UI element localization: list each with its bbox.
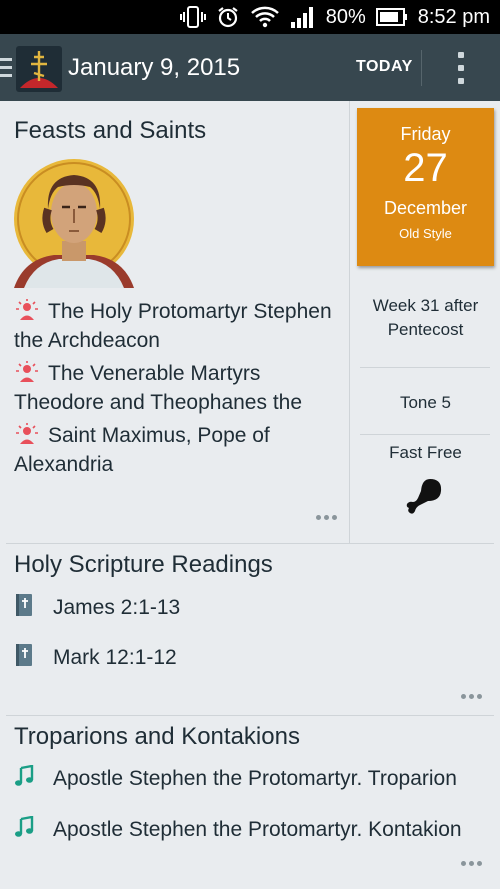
- troparion-item[interactable]: Apostle Stephen the Protomartyr. Kontaki…: [14, 816, 484, 842]
- week-label: Week 31 after Pentecost: [372, 296, 479, 339]
- divider: [360, 434, 490, 435]
- weekday: Friday: [400, 124, 451, 144]
- section-divider: [6, 715, 494, 716]
- section-divider: [6, 543, 494, 544]
- battery-percent: 80%: [325, 5, 366, 28]
- day-number: 27: [403, 146, 448, 190]
- reading-label: James 2:1-13: [53, 596, 181, 619]
- vibrate-icon: [179, 6, 206, 28]
- reading-item[interactable]: Mark 12:1-12: [14, 643, 177, 670]
- meat-drumstick-icon: [406, 479, 442, 514]
- feasts-card[interactable]: Feasts and Saints The Holy Protomartyr S…: [0, 101, 500, 543]
- month: December: [383, 198, 468, 218]
- saint-label: Saint Maximus, Pope of Alexandria: [14, 424, 270, 476]
- saint-item[interactable]: The Venerable Martyrs Theodore and Theop…: [14, 359, 344, 417]
- music-note-icon: [15, 816, 34, 837]
- reading-label: Mark 12:1-12: [53, 646, 177, 669]
- saint-icon-image[interactable]: [14, 151, 134, 288]
- tone-label: Tone 5: [399, 393, 452, 412]
- bible-icon: [16, 644, 32, 666]
- reading-item[interactable]: James 2:1-13: [14, 593, 180, 620]
- wifi-icon: [250, 6, 279, 28]
- readings-title: Holy Scripture Readings: [14, 551, 273, 578]
- saint-label: The Venerable Martyrs Theodore and Theop…: [14, 362, 303, 414]
- saint-item[interactable]: Saint Maximus, Pope of Alexandria: [14, 421, 344, 479]
- troparions-title: Troparions and Kontakions: [14, 723, 300, 750]
- saint-label: The Holy Protomartyr Stephen the Archdea…: [14, 300, 332, 352]
- action-divider: [421, 50, 422, 86]
- more-dots-icon[interactable]: [461, 861, 482, 866]
- music-note-icon: [15, 765, 34, 786]
- status-bar: 80% 8:52 pm: [0, 0, 500, 34]
- clock: 8:52 pm: [417, 5, 490, 28]
- fast-label: Fast Free: [389, 443, 462, 462]
- page-title[interactable]: January 9, 2015: [68, 54, 240, 82]
- divider: [360, 367, 490, 368]
- saint-halo-icon: [16, 299, 38, 320]
- feasts-title: Feasts and Saints: [14, 117, 207, 144]
- saint-halo-icon: [16, 423, 38, 444]
- date-tile[interactable]: Friday 27 December Old Style: [357, 108, 494, 266]
- more-dots-icon[interactable]: [461, 694, 482, 699]
- battery-icon: [375, 8, 407, 26]
- troparion-label: Apostle Stephen the Protomartyr. Tropari…: [53, 767, 457, 790]
- troparion-label: Apostle Stephen the Protomartyr. Kontaki…: [53, 818, 462, 841]
- drawer-icon[interactable]: [0, 58, 12, 78]
- saint-halo-icon: [16, 361, 38, 382]
- orthodox-cross-logo[interactable]: [16, 46, 62, 92]
- troparion-item[interactable]: Apostle Stephen the Protomartyr. Tropari…: [14, 765, 484, 791]
- alarm-icon: [218, 7, 238, 28]
- more-dots-icon[interactable]: [316, 515, 337, 520]
- bible-icon: [16, 594, 32, 616]
- overflow-menu-icon[interactable]: [450, 52, 472, 84]
- today-button[interactable]: TODAY: [356, 58, 413, 76]
- calendar-style: Old Style: [399, 226, 452, 241]
- column-divider: [349, 101, 350, 543]
- saint-item[interactable]: The Holy Protomartyr Stephen the Archdea…: [14, 297, 344, 355]
- action-bar: January 9, 2015 TODAY: [0, 34, 500, 101]
- signal-icon: [290, 7, 313, 28]
